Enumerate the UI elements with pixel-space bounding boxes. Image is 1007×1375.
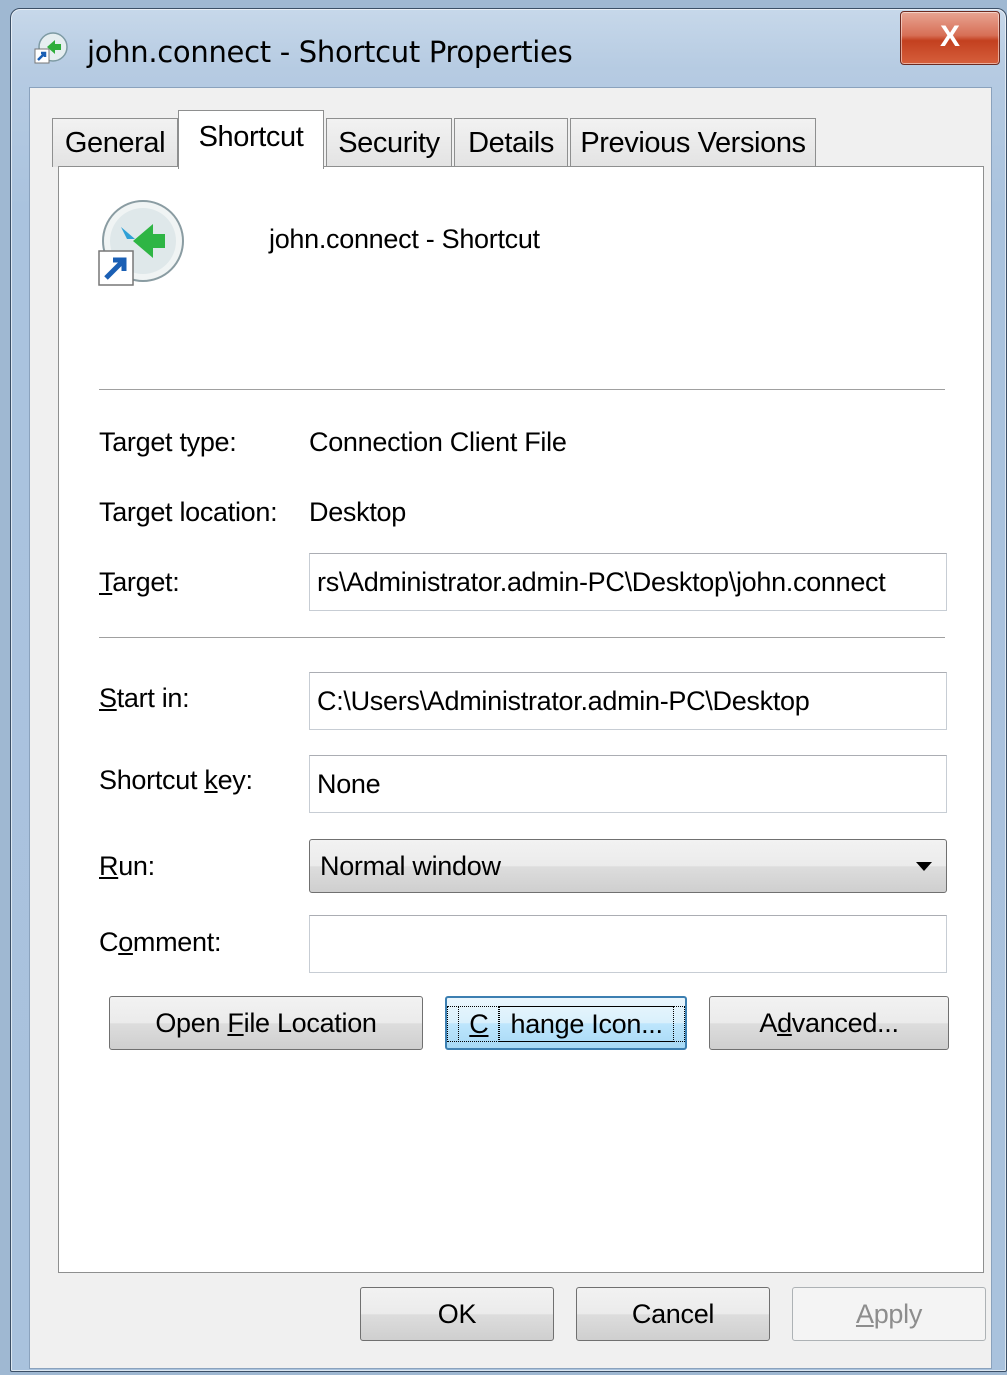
change-icon-text: Change Icon... [447,1006,685,1042]
properties-window: john.connect - Shortcut Properties X Gen… [10,8,1007,1372]
comment-label-rest: mment: [132,927,222,957]
chevron-down-icon [916,862,932,871]
run-label: Run: [99,851,155,882]
target-label-rest: arget: [112,567,180,597]
ok-button[interactable]: OK [360,1287,554,1341]
run-select-value: Normal window [320,851,501,881]
close-button[interactable]: X [900,11,1000,65]
change-icon-button[interactable]: Change Icon... [445,996,687,1050]
comment-label: Comment: [99,927,221,958]
start-in-label: Start in: [99,683,190,714]
shortcut-key-label-rest: ey: [217,765,253,795]
dialog-client: General Shortcut Security Details Previo… [29,87,992,1369]
advanced-pre: A [759,1008,778,1038]
run-select[interactable]: Normal window [309,839,947,893]
shortcut-key-mnemonic: k [204,765,218,795]
comment-mnemonic: o [118,927,133,957]
divider [99,389,945,391]
target-label-mnemonic: T [99,567,113,597]
open-file-location-mnemonic: F [227,1008,244,1038]
shortcut-tab-panel: john.connect - Shortcut Target type: Con… [58,166,984,1273]
advanced-mnemonic: d [777,1008,792,1038]
apply-mnemonic: A [855,1299,874,1329]
target-label: Target: [99,567,180,598]
target-location-label: Target location: [99,497,278,527]
open-file-location-pre: Open [155,1008,228,1038]
comment-label-pre: C [99,927,119,957]
shortcut-key-label-pre: Shortcut [99,765,205,795]
shortcut-key-field[interactable]: None [309,755,947,813]
tab-security[interactable]: Security [326,118,452,167]
title-bar[interactable]: john.connect - Shortcut Properties X [11,9,1006,89]
target-type-label: Target type: [99,427,237,457]
run-label-rest: un: [118,851,155,881]
divider [99,637,945,639]
remote-connection-icon [34,32,68,64]
open-file-location-rest: ile Location [243,1008,377,1038]
start-in-mnemonic: S [99,683,117,713]
start-in-label-rest: tart in: [116,683,190,713]
change-icon-rest: hange Icon... [499,1006,674,1042]
tab-shortcut[interactable]: Shortcut [178,110,324,169]
tab-general[interactable]: General [52,118,178,167]
target-field[interactable]: rs\Administrator.admin-PC\Desktop\john.c… [309,553,947,611]
tab-previous-versions[interactable]: Previous Versions [570,118,816,167]
advanced-button[interactable]: Advanced... [709,996,949,1050]
tab-details[interactable]: Details [454,118,568,167]
advanced-rest: vanced... [791,1008,899,1038]
remote-connection-shortcut-icon [98,200,184,286]
apply-button[interactable]: Apply [792,1287,986,1341]
apply-rest: pply [873,1299,923,1329]
target-type-value: Connection Client File [309,427,567,457]
start-in-field[interactable]: C:\Users\Administrator.admin-PC\Desktop [309,672,947,730]
cancel-button[interactable]: Cancel [576,1287,770,1341]
open-file-location-button[interactable]: Open File Location [109,996,423,1050]
window-title: john.connect - Shortcut Properties [87,35,573,69]
run-mnemonic: R [99,851,119,881]
shortcut-key-label: Shortcut key: [99,765,253,796]
comment-field[interactable] [309,915,947,973]
change-icon-mnemonic: C [458,1006,500,1042]
shortcut-name: john.connect - Shortcut [269,224,540,254]
target-location-value: Desktop [309,497,406,527]
